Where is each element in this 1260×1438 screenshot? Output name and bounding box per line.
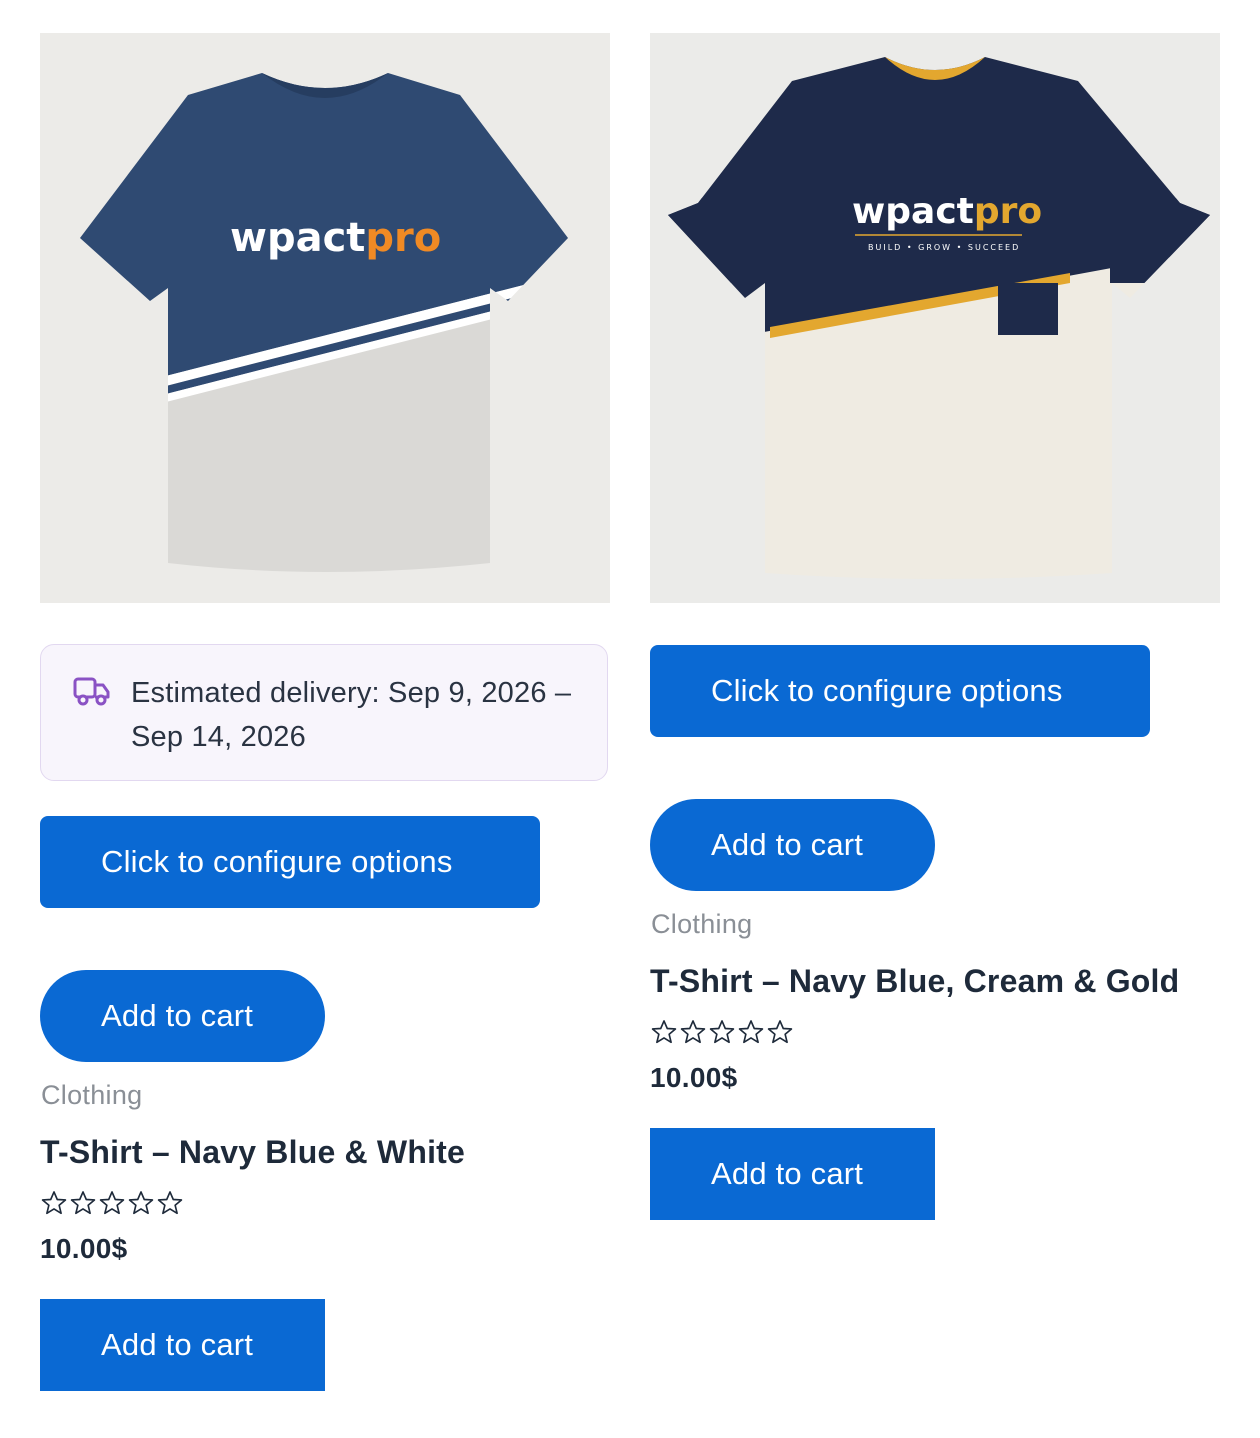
star-icon: [128, 1191, 154, 1215]
shirt-logo-tagline: BUILD • GROW • SUCCEED: [868, 243, 1020, 252]
product-category[interactable]: Clothing: [651, 909, 752, 940]
star-icon: [709, 1020, 735, 1044]
truck-icon: [73, 677, 110, 706]
shirt-logo-text: wpactpro: [230, 215, 441, 261]
estimated-delivery-text: Estimated delivery: Sep 9, 2026 – Sep 14…: [131, 677, 572, 753]
star-rating: [40, 1189, 184, 1219]
product-title[interactable]: T-Shirt – Navy Blue, Cream & Gold: [650, 963, 1179, 1000]
product-card: wpactpro Estimated delivery: Sep 9, 2026…: [40, 33, 610, 1391]
star-icon: [680, 1020, 706, 1044]
star-rating: [650, 1018, 794, 1048]
product-image[interactable]: wpactpro BUILD • GROW • SUCCEED: [650, 33, 1220, 603]
tshirt-navy-white-image: wpactpro: [40, 33, 610, 603]
star-icon: [70, 1191, 96, 1215]
add-to-cart-button[interactable]: Add to cart: [650, 799, 935, 891]
star-icon: [738, 1020, 764, 1044]
star-icon: [99, 1191, 125, 1215]
star-icon: [651, 1020, 677, 1044]
product-price: 10.00$: [40, 1233, 128, 1264]
shirt-logo-text: wpactpro: [852, 191, 1042, 232]
add-to-cart-button[interactable]: Add to cart: [40, 970, 325, 1062]
estimated-delivery-box: Estimated delivery: Sep 9, 2026 – Sep 14…: [40, 644, 608, 781]
product-card: wpactpro BUILD • GROW • SUCCEED Click to…: [650, 33, 1220, 1220]
add-to-cart-button-secondary[interactable]: Add to cart: [40, 1299, 325, 1391]
configure-options-button[interactable]: Click to configure options: [40, 816, 540, 908]
tshirt-navy-cream-gold-image: wpactpro BUILD • GROW • SUCCEED: [650, 33, 1220, 603]
product-price: 10.00$: [650, 1062, 738, 1093]
product-image[interactable]: wpactpro: [40, 33, 610, 603]
product-category[interactable]: Clothing: [41, 1080, 142, 1111]
star-icon: [767, 1020, 793, 1044]
add-to-cart-button-secondary[interactable]: Add to cart: [650, 1128, 935, 1220]
product-title[interactable]: T-Shirt – Navy Blue & White: [40, 1134, 465, 1171]
star-icon: [157, 1191, 183, 1215]
star-icon: [41, 1191, 67, 1215]
configure-options-button[interactable]: Click to configure options: [650, 645, 1150, 737]
